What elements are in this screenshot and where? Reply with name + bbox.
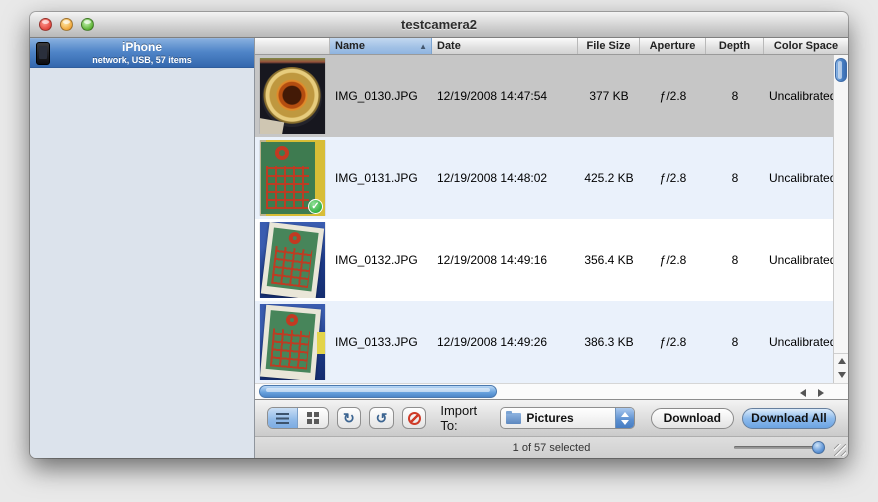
cell-aperture: ƒ/2.8 — [640, 89, 706, 103]
cell-depth: 8 — [706, 89, 764, 103]
resize-grip[interactable] — [834, 444, 846, 456]
cell-date: 12/19/2008 14:47:54 — [432, 89, 578, 103]
photo-thumbnail — [260, 222, 325, 298]
column-header-depth[interactable]: Depth — [706, 38, 764, 54]
import-destination-popup[interactable]: Pictures — [500, 407, 634, 429]
rotate-counterclockwise-button[interactable]: ↺ — [369, 407, 394, 429]
cell-file-size: 425.2 KB — [578, 171, 640, 185]
delete-icon — [408, 412, 421, 425]
cell-file-size: 377 KB — [578, 89, 640, 103]
device-subtitle: network, USB, 57 items — [50, 55, 234, 65]
bottom-toolbar: ↻ ↺ Import To: Pictures Download — [255, 399, 848, 436]
title-bar[interactable]: testcamera2 — [30, 12, 848, 38]
table-row[interactable]: IMG_0132.JPG 12/19/2008 14:49:16 356.4 K… — [255, 219, 833, 301]
cell-date: 12/19/2008 14:48:02 — [432, 171, 578, 185]
column-header-file-size[interactable]: File Size — [578, 38, 640, 54]
column-header-thumbnail[interactable] — [255, 38, 330, 54]
grid-view-button[interactable] — [298, 408, 328, 428]
cell-name: IMG_0130.JPG — [330, 89, 432, 103]
table-row[interactable]: IMG_0130.JPG 12/19/2008 14:47:54 377 KB … — [255, 55, 833, 137]
downloaded-check-icon: ✓ — [308, 199, 323, 214]
horizontal-scrollbar-thumb[interactable] — [259, 385, 497, 398]
import-to-label: Import To: — [440, 403, 492, 433]
cell-file-size: 356.4 KB — [578, 253, 640, 267]
popup-stepper-icon — [615, 408, 634, 428]
cell-color-space: Uncalibrated — [764, 253, 833, 267]
table-header: Name ▲ Date File Size Aperture Depth Col… — [255, 38, 848, 55]
horizontal-scrollbar[interactable] — [255, 383, 848, 399]
column-header-aperture[interactable]: Aperture — [640, 38, 706, 54]
cell-date: 12/19/2008 14:49:26 — [432, 335, 578, 349]
scroll-down-icon[interactable] — [838, 372, 846, 378]
thumbnail-size-slider[interactable] — [734, 446, 820, 449]
cell-aperture: ƒ/2.8 — [640, 253, 706, 267]
status-bar: 1 of 57 selected — [255, 436, 848, 458]
view-mode-segmented-control — [267, 407, 329, 429]
scroll-right-icon[interactable] — [818, 389, 824, 397]
column-header-color-space[interactable]: Color Space — [764, 38, 848, 54]
column-header-name[interactable]: Name ▲ — [330, 38, 432, 54]
table-row[interactable]: ✓ IMG_0131.JPG 12/19/2008 14:48:02 425.2… — [255, 137, 833, 219]
iphone-icon — [36, 42, 50, 65]
image-capture-window: testcamera2 iPhone network, USB, 57 item… — [30, 12, 848, 458]
cell-aperture: ƒ/2.8 — [640, 335, 706, 349]
cell-color-space: Uncalibrated — [764, 171, 833, 185]
folder-icon — [506, 413, 521, 424]
grid-view-icon — [307, 412, 319, 424]
list-view-button[interactable] — [268, 408, 298, 428]
sort-ascending-icon: ▲ — [419, 42, 427, 51]
selection-status: 1 of 57 selected — [513, 442, 591, 454]
cell-color-space: Uncalibrated — [764, 89, 833, 103]
import-destination-value: Pictures — [526, 411, 573, 425]
vertical-scrollbar-thumb[interactable] — [835, 58, 847, 82]
scroll-up-icon[interactable] — [838, 358, 846, 364]
cell-depth: 8 — [706, 171, 764, 185]
cell-name: IMG_0133.JPG — [330, 335, 432, 349]
download-button[interactable]: Download — [651, 408, 734, 429]
cell-aperture: ƒ/2.8 — [640, 171, 706, 185]
photo-thumbnail: ✓ — [260, 140, 325, 216]
rotate-clockwise-button[interactable]: ↻ — [337, 407, 362, 429]
delete-button[interactable] — [402, 407, 427, 429]
rotate-counterclockwise-icon: ↺ — [376, 410, 388, 427]
devices-sidebar: iPhone network, USB, 57 items — [30, 38, 255, 458]
scroll-left-icon[interactable] — [800, 389, 806, 397]
column-header-date[interactable]: Date — [432, 38, 578, 54]
device-name: iPhone — [50, 41, 234, 55]
cell-color-space: Uncalibrated — [764, 335, 833, 349]
cell-file-size: 386.3 KB — [578, 335, 640, 349]
cell-depth: 8 — [706, 335, 764, 349]
list-view-icon — [276, 413, 289, 424]
photo-thumbnail — [260, 58, 325, 134]
table-row[interactable]: IMG_0133.JPG 12/19/2008 14:49:26 386.3 K… — [255, 301, 833, 383]
download-all-button[interactable]: Download All — [742, 408, 836, 429]
window-title: testcamera2 — [30, 17, 848, 32]
cell-depth: 8 — [706, 253, 764, 267]
slider-thumb[interactable] — [812, 441, 825, 454]
sidebar-item-iphone[interactable]: iPhone network, USB, 57 items — [30, 38, 254, 68]
cell-name: IMG_0132.JPG — [330, 253, 432, 267]
cell-date: 12/19/2008 14:49:16 — [432, 253, 578, 267]
photo-thumbnail — [260, 304, 325, 380]
cell-name: IMG_0131.JPG — [330, 171, 432, 185]
rotate-clockwise-icon: ↻ — [343, 410, 355, 427]
vertical-scrollbar[interactable] — [833, 55, 848, 383]
photo-table: Name ▲ Date File Size Aperture Depth Col… — [255, 38, 848, 383]
